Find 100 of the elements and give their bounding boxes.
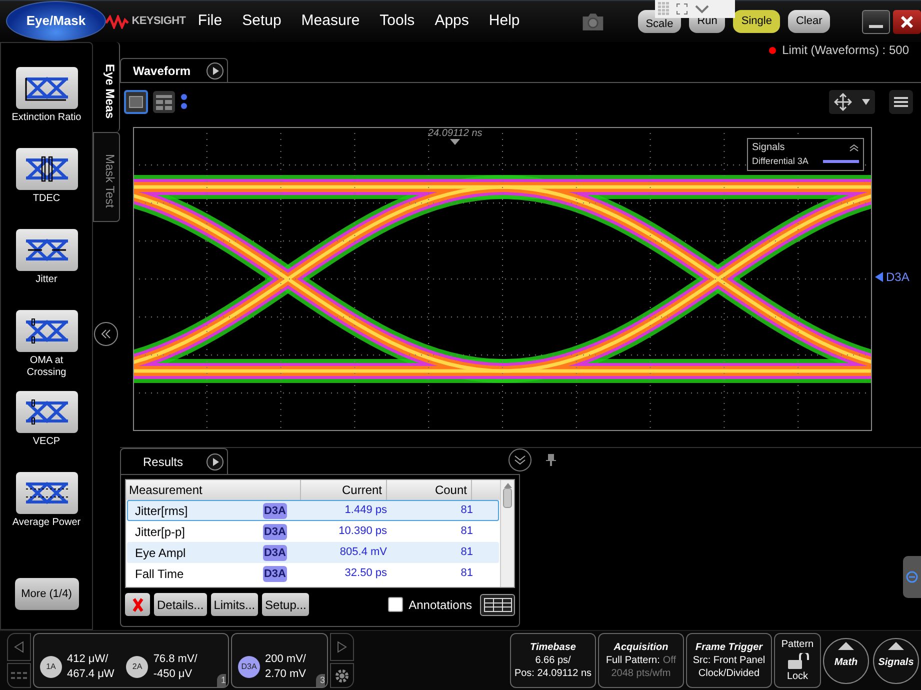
measurement-tool-button[interactable] — [16, 148, 78, 190]
toolbar-button[interactable]: Clear — [788, 10, 830, 33]
menu-item[interactable]: Help — [488, 10, 520, 33]
channel-scale: 76.8 mV/ — [153, 652, 198, 667]
group-number: 3 — [316, 674, 325, 687]
grid-view-icon[interactable] — [152, 90, 176, 114]
minus-circle-icon — [906, 571, 918, 583]
collapse-icon[interactable] — [849, 144, 859, 152]
pin-icon[interactable] — [546, 454, 556, 466]
source-badge: D3A — [263, 566, 287, 582]
count-value: 81 — [460, 524, 473, 540]
side-tab[interactable]: Mask Test — [93, 132, 120, 222]
play-icon[interactable] — [206, 62, 224, 80]
panel-title: Acquisition — [614, 641, 668, 654]
menu-item[interactable]: Setup — [242, 10, 282, 33]
source-badge: D3A — [263, 544, 287, 560]
layout-button[interactable] — [7, 663, 31, 688]
round-menu-button[interactable]: Signals — [873, 638, 919, 684]
measurement-tool-button[interactable] — [16, 472, 78, 514]
panel-text: 2048 pts/wfm — [611, 667, 671, 680]
side-tab-handle[interactable] — [903, 556, 921, 598]
group-number: 1 — [216, 674, 226, 687]
result-button[interactable]: Limits... — [210, 593, 258, 616]
toolbar-button[interactable]: Single — [733, 10, 780, 33]
brand-name: KEYSIGHT — [132, 14, 186, 30]
lock-label: Lock — [786, 670, 808, 684]
move-icon — [834, 93, 852, 111]
result-button[interactable]: Details... — [154, 593, 207, 616]
panel-text: Pos: 24.09112 ns — [514, 667, 592, 680]
result-row[interactable]: Jitter[rms] D3A 1.449 ps 81 — [127, 500, 499, 521]
status-panel[interactable]: Timebase 6.66 ps/ Pos: 24.09112 ns — [510, 633, 596, 688]
settings-icon — [334, 668, 350, 684]
status-panel[interactable]: Acquisition Full Pattern: Off 2048 pts/wfm — [598, 633, 684, 688]
panel-text: Full Pattern: — [606, 654, 660, 667]
menu-item[interactable]: Tools — [380, 10, 415, 33]
result-row[interactable]: Eye Ampl D3A 805.4 mV 81 — [127, 542, 499, 563]
panel-title: Timebase — [530, 641, 576, 654]
channel-scale: 412 μW/ — [67, 652, 110, 667]
annotations-label: Annotations — [408, 596, 472, 614]
menu-item[interactable]: File — [198, 10, 222, 33]
measurement-tool-button[interactable] — [16, 67, 78, 109]
results-tab[interactable]: Results — [120, 448, 228, 474]
measurement-tool-button[interactable] — [16, 391, 78, 433]
close-icon — [132, 598, 144, 612]
time-marker-icon — [450, 139, 460, 145]
panel-title: Frame Trigger — [695, 641, 763, 654]
channel-badge: D3A — [238, 656, 260, 678]
logo-icon — [104, 14, 129, 28]
result-button[interactable]: Setup... — [262, 593, 310, 616]
single-view-button[interactable] — [124, 90, 148, 114]
dashes-icon — [11, 672, 27, 680]
tool-label: VECP — [32, 436, 62, 448]
double-chevron-left-icon — [101, 329, 111, 339]
channel-group[interactable]: 1A 412 μW/ 467.4 μW 2A 76.8 mV/ -450 μV 1 — [33, 633, 229, 688]
tool-label: Average Power — [12, 517, 82, 529]
pattern-lock-button[interactable]: Pattern Lock — [774, 633, 821, 688]
measurement-tool-button[interactable] — [16, 229, 78, 271]
channel-offset: -450 μV — [153, 667, 194, 682]
expand-icon[interactable] — [676, 3, 688, 15]
menu-button[interactable] — [889, 90, 913, 114]
delete-button[interactable] — [125, 593, 150, 616]
table-view-button[interactable] — [480, 594, 515, 616]
round-menu-button[interactable]: Math — [823, 638, 869, 684]
legend-label: Differential 3A — [752, 155, 808, 168]
count-value: 81 — [460, 545, 473, 560]
status-panel[interactable]: Frame Trigger Src: Front Panel Clock/Divided — [686, 633, 772, 688]
count-value: 81 — [460, 566, 473, 582]
legend-title: Signals — [752, 141, 785, 155]
annotations-checkbox[interactable] — [388, 597, 403, 612]
close-button[interactable] — [893, 10, 921, 34]
measurement-name: Eye Ampl — [134, 544, 187, 562]
settings-button[interactable] — [330, 663, 354, 688]
dropdown-icon — [862, 99, 870, 105]
channel-offset: 467.4 μW — [67, 667, 114, 682]
scrollbar-thumb[interactable] — [503, 488, 512, 508]
limit-status: Limit (Waveforms) : 500 — [782, 42, 909, 59]
collapse-button[interactable] — [94, 322, 118, 346]
pan-button[interactable] — [829, 90, 875, 114]
double-chevron-down-icon[interactable] — [508, 448, 532, 472]
measurement-name: Fall Time — [134, 566, 185, 582]
dots-icon[interactable] — [180, 92, 188, 112]
more-button[interactable]: More (1/4) — [14, 578, 78, 610]
menu-item[interactable]: Apps — [434, 10, 469, 33]
scroll-right-button[interactable] — [330, 633, 354, 661]
play-icon[interactable] — [206, 452, 224, 470]
scrollbar[interactable] — [500, 480, 514, 587]
tool-label: Extinction Ratio — [12, 112, 82, 124]
minimize-button[interactable] — [862, 10, 890, 34]
scroll-left-button[interactable] — [7, 633, 31, 661]
table-icon — [484, 598, 512, 612]
channel-badge: 1A — [40, 656, 62, 678]
current-value: 32.50 ps — [344, 566, 387, 582]
waveform-tab[interactable]: Waveform — [120, 58, 228, 82]
measurement-name: Jitter[p-p] — [134, 524, 186, 540]
chevron-down-icon[interactable] — [694, 4, 710, 14]
channel-marker-icon — [875, 272, 883, 282]
close-icon — [901, 16, 914, 28]
measurement-tool-button[interactable] — [16, 310, 78, 352]
measurement-name: Jitter[rms] — [134, 502, 189, 520]
menu-item[interactable]: Measure — [301, 10, 360, 33]
